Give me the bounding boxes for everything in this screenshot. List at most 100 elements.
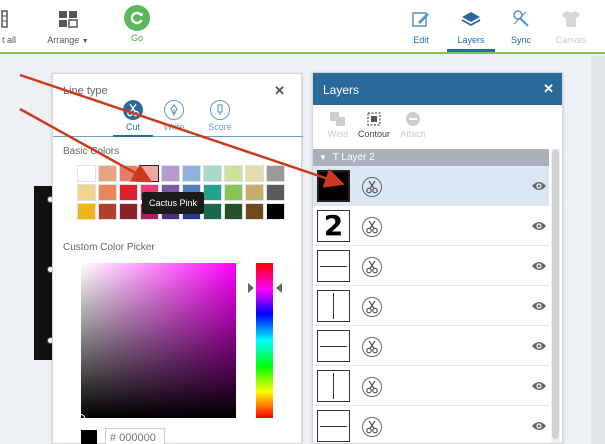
canvas-label: Canvas — [555, 35, 587, 45]
layer-list: 2 — [313, 166, 549, 443]
color-swatch[interactable] — [161, 165, 180, 182]
select-all-button[interactable]: t all — [0, 0, 24, 52]
canvas-tab[interactable]: Canvas — [553, 0, 589, 52]
contour-icon — [367, 112, 381, 126]
layer-row[interactable] — [313, 166, 549, 206]
tab-score-label: Score — [208, 122, 232, 132]
hue-slider-handle-left[interactable] — [248, 283, 254, 293]
color-swatch[interactable] — [77, 165, 96, 182]
tab-cut[interactable]: Cut — [113, 100, 153, 137]
eye-icon[interactable] — [531, 420, 547, 432]
layer-thumbnail — [317, 370, 350, 402]
color-swatch[interactable] — [140, 165, 159, 182]
color-swatch[interactable] — [77, 184, 96, 201]
color-swatch[interactable] — [224, 165, 243, 182]
contour-button[interactable]: Contour — [352, 111, 396, 139]
line-type-tabs: Cut Write Score — [53, 100, 303, 137]
scissors-icon[interactable] — [362, 257, 382, 277]
color-swatch[interactable] — [245, 184, 264, 201]
go-icon — [124, 5, 150, 31]
layers-panel: Layers ✕ Weld Contour Attach ▼ T Layer 2… — [312, 72, 563, 444]
scissors-icon[interactable] — [362, 297, 382, 317]
layer-row[interactable]: 2 — [313, 206, 549, 246]
scissors-icon[interactable] — [362, 337, 382, 357]
layer-thumbnail — [317, 170, 350, 202]
contour-label: Contour — [357, 129, 391, 139]
attach-label: Attach — [400, 129, 426, 139]
current-color-swatch — [81, 430, 97, 444]
go-button[interactable]: Go — [122, 0, 152, 52]
arrange-button[interactable]: Arrange ▼ — [42, 0, 94, 52]
color-swatch[interactable] — [119, 165, 138, 182]
color-swatch[interactable] — [77, 203, 96, 220]
eye-icon[interactable] — [531, 220, 547, 232]
sync-label: Sync — [510, 35, 531, 45]
tab-score[interactable]: Score — [200, 100, 240, 132]
saturation-value-picker[interactable] — [77, 263, 236, 422]
canvas-object[interactable] — [34, 186, 54, 360]
eye-icon[interactable] — [531, 300, 547, 312]
color-swatch[interactable] — [245, 203, 264, 220]
sync-icon — [510, 8, 532, 30]
color-swatch[interactable] — [98, 184, 117, 201]
color-swatch[interactable] — [245, 165, 264, 182]
line-type-title: Line type — [63, 85, 108, 97]
layers-tab[interactable]: Layers — [447, 0, 495, 52]
arrange-label: Arrange — [47, 35, 80, 45]
scrollbar-thumb[interactable] — [552, 149, 559, 439]
scissors-icon[interactable] — [362, 177, 382, 197]
scissors-icon[interactable] — [362, 377, 382, 397]
eye-icon[interactable] — [531, 340, 547, 352]
go-label: Go — [130, 33, 143, 43]
layer-group-name: T Layer 2 — [332, 152, 375, 163]
hue-slider[interactable] — [256, 263, 273, 418]
color-swatch[interactable] — [98, 203, 117, 220]
color-swatch[interactable] — [119, 203, 138, 220]
tab-cut-label: Cut — [125, 122, 140, 132]
picker-cursor[interactable] — [77, 414, 85, 422]
scissors-icon[interactable] — [362, 217, 382, 237]
layer-row[interactable] — [313, 406, 549, 443]
layer-thumbnail — [317, 330, 350, 362]
eye-icon[interactable] — [531, 260, 547, 272]
basic-colors-label: Basic Colors — [63, 146, 120, 157]
layer-row[interactable] — [313, 326, 549, 366]
layer-thumbnail — [317, 410, 350, 442]
hex-color-input[interactable] — [105, 428, 165, 444]
color-swatch[interactable] — [203, 203, 222, 220]
color-swatch[interactable] — [224, 203, 243, 220]
close-icon[interactable]: ✕ — [274, 83, 285, 99]
color-swatch[interactable] — [119, 184, 138, 201]
layers-panel-title: Layers — [323, 83, 360, 97]
layer-thumbnail — [317, 290, 350, 322]
scissors-icon[interactable] — [362, 417, 382, 437]
edit-tab[interactable]: Edit — [406, 0, 436, 52]
attach-button[interactable]: Attach — [391, 111, 435, 139]
layer-row[interactable] — [313, 286, 549, 326]
right-panel-edge — [563, 56, 605, 444]
layers-scrollbar[interactable] — [551, 149, 560, 443]
top-toolbar: t all Arrange ▼ Go Edit Layers Sync Canv… — [0, 0, 605, 54]
hue-slider-handle-right[interactable] — [276, 283, 282, 293]
color-swatch[interactable] — [266, 165, 285, 182]
eye-icon[interactable] — [531, 380, 547, 392]
close-icon[interactable]: ✕ — [543, 81, 554, 97]
tab-write[interactable]: Write — [154, 100, 194, 132]
color-swatch[interactable] — [266, 203, 285, 220]
color-swatch[interactable] — [203, 184, 222, 201]
layer-row[interactable] — [313, 366, 549, 406]
weld-icon — [330, 112, 345, 126]
attach-icon — [406, 112, 420, 126]
caret-down-icon: ▼ — [319, 153, 327, 162]
eye-icon[interactable] — [531, 180, 547, 192]
select-all-icon — [0, 8, 20, 30]
color-swatch[interactable] — [203, 165, 222, 182]
layer-row[interactable] — [313, 246, 549, 286]
color-swatch[interactable] — [182, 165, 201, 182]
pen-icon — [164, 100, 184, 120]
color-swatch[interactable] — [98, 165, 117, 182]
color-swatch[interactable] — [266, 184, 285, 201]
color-swatch[interactable] — [224, 184, 243, 201]
sync-tab[interactable]: Sync — [506, 0, 536, 52]
layer-group-header[interactable]: ▼ T Layer 2 — [313, 149, 549, 166]
